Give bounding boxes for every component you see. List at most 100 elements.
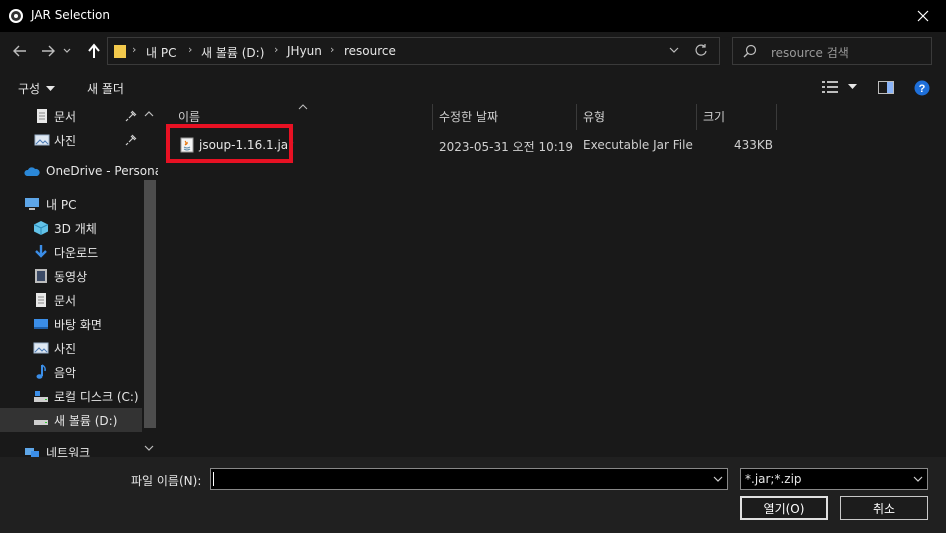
- close-icon: [917, 10, 929, 22]
- nav-item-music[interactable]: 음악: [0, 360, 142, 384]
- file-list[interactable]: 이름 수정한 날짜 유형 크기 jsoup-1.16.1.jar 2023-05…: [160, 104, 946, 457]
- nav-item-documents-pinned[interactable]: 문서: [0, 104, 142, 128]
- chevron-down-icon: [63, 48, 71, 53]
- cancel-button[interactable]: 취소: [840, 496, 928, 520]
- navigation-pane[interactable]: 문서 사진 OneDrive - Personal 내 PC 3D 개체 다운로…: [0, 104, 158, 457]
- address-bar[interactable]: › 내 PC › 새 볼륨 (D:) › JHyun › resource: [107, 37, 720, 65]
- refresh-button[interactable]: [694, 43, 708, 60]
- nav-item-onedrive[interactable]: OneDrive - Personal: [0, 160, 158, 184]
- forward-button[interactable]: [36, 39, 60, 63]
- video-icon: [35, 269, 47, 283]
- java-app-icon: [8, 8, 24, 24]
- new-folder-button[interactable]: 새 폴더: [87, 80, 124, 97]
- pin-icon[interactable]: [125, 134, 137, 146]
- caret-down-icon: [46, 85, 56, 91]
- open-button[interactable]: 열기(O): [740, 496, 828, 520]
- bottom-panel: 파일 이름(N): *.jar;*.zip 열기(O) 취소: [0, 457, 946, 533]
- column-header-name[interactable]: 이름: [178, 108, 200, 125]
- arrow-right-icon: [42, 45, 55, 57]
- breadcrumb-volume-d[interactable]: 새 볼륨 (D:): [201, 44, 264, 61]
- back-button[interactable]: [8, 39, 32, 63]
- file-modified: 2023-05-31 오전 10:19: [439, 140, 574, 154]
- computer-icon: [25, 198, 39, 210]
- download-icon: [35, 245, 47, 258]
- chevron-down-icon: [913, 476, 923, 482]
- nav-item-pictures-pinned[interactable]: 사진: [0, 128, 142, 152]
- organize-label: 구성: [18, 82, 41, 96]
- refresh-icon: [695, 44, 707, 56]
- breadcrumb-separator: ›: [132, 43, 137, 56]
- nav-item-videos[interactable]: 동영상: [0, 264, 142, 288]
- file-size: 433KB: [734, 138, 774, 152]
- breadcrumb-separator: ›: [188, 43, 193, 56]
- document-icon: [36, 293, 46, 307]
- system-drive-icon: [34, 391, 48, 402]
- nav-item-this-pc[interactable]: 내 PC: [0, 192, 142, 216]
- column-divider[interactable]: [696, 104, 697, 130]
- help-button[interactable]: ?: [914, 80, 930, 99]
- breadcrumb-my-pc[interactable]: 내 PC: [146, 44, 176, 61]
- details-view-icon: [822, 81, 838, 93]
- file-type-filter-select[interactable]: *.jar;*.zip: [740, 468, 928, 490]
- nav-item-documents[interactable]: 문서: [0, 288, 142, 312]
- text-cursor: [213, 472, 214, 486]
- breadcrumb-jhyun[interactable]: JHyun: [287, 44, 322, 58]
- column-header-modified[interactable]: 수정한 날짜: [439, 108, 498, 125]
- nav-item-desktop[interactable]: 바탕 화면: [0, 312, 142, 336]
- drive-icon: [34, 420, 48, 425]
- nav-item-downloads[interactable]: 다운로드: [0, 240, 142, 264]
- music-icon: [36, 364, 46, 379]
- search-box[interactable]: resource 검색: [732, 37, 932, 65]
- nav-item-local-disk-c[interactable]: 로컬 디스크 (C:): [0, 384, 142, 408]
- pin-icon[interactable]: [125, 110, 137, 122]
- highlight-box: [166, 124, 293, 163]
- arrow-left-icon: [13, 45, 26, 57]
- nav-item-3d-objects[interactable]: 3D 개체: [0, 216, 142, 240]
- nav-item-volume-d[interactable]: 새 볼륨 (D:): [0, 408, 142, 432]
- document-icon: [37, 109, 47, 123]
- picture-icon: [33, 342, 49, 354]
- breadcrumb-resource[interactable]: resource: [344, 44, 396, 58]
- cube-icon: [33, 221, 49, 235]
- nav-scrollbar-thumb[interactable]: [144, 180, 156, 428]
- window-title: JAR Selection: [31, 8, 110, 22]
- search-placeholder: resource 검색: [771, 46, 849, 60]
- up-button[interactable]: [82, 39, 106, 63]
- organize-button[interactable]: 구성: [18, 80, 56, 97]
- network-icon: [25, 448, 39, 457]
- close-button[interactable]: [900, 0, 946, 32]
- column-divider[interactable]: [776, 104, 777, 130]
- cloud-icon: [24, 167, 40, 176]
- nav-item-pictures[interactable]: 사진: [0, 336, 142, 360]
- column-divider[interactable]: [576, 104, 577, 130]
- filename-input[interactable]: [210, 468, 728, 490]
- scroll-up-icon[interactable]: [144, 110, 154, 118]
- recent-locations-button[interactable]: [60, 39, 74, 63]
- preview-pane-button[interactable]: [878, 81, 894, 97]
- search-icon: [743, 44, 757, 58]
- svg-text:?: ?: [919, 83, 926, 95]
- view-options-button[interactable]: [822, 81, 857, 93]
- breadcrumb-separator: ›: [330, 43, 335, 56]
- scroll-down-icon[interactable]: [144, 444, 154, 452]
- arrow-up-icon: [88, 43, 100, 58]
- picture-icon: [34, 134, 50, 146]
- address-dropdown-button[interactable]: [668, 43, 680, 60]
- file-type: Executable Jar File: [583, 138, 693, 152]
- title-bar: JAR Selection: [0, 0, 946, 32]
- preview-pane-icon: [878, 81, 894, 94]
- filter-value: *.jar;*.zip: [745, 472, 802, 486]
- folder-icon: [114, 45, 126, 58]
- column-header-type[interactable]: 유형: [583, 108, 605, 125]
- caret-down-icon: [848, 84, 857, 89]
- breadcrumb-separator: ›: [274, 43, 279, 56]
- column-header-size[interactable]: 크기: [703, 108, 725, 125]
- column-divider[interactable]: [432, 104, 433, 130]
- chevron-down-icon: [669, 47, 679, 53]
- desktop-icon: [34, 319, 48, 329]
- chevron-down-icon[interactable]: [713, 474, 723, 484]
- sort-ascending-icon: [298, 104, 308, 110]
- help-icon: ?: [914, 80, 930, 96]
- nav-item-network[interactable]: 네트워크: [0, 440, 142, 457]
- filename-label: 파일 이름(N):: [131, 474, 202, 488]
